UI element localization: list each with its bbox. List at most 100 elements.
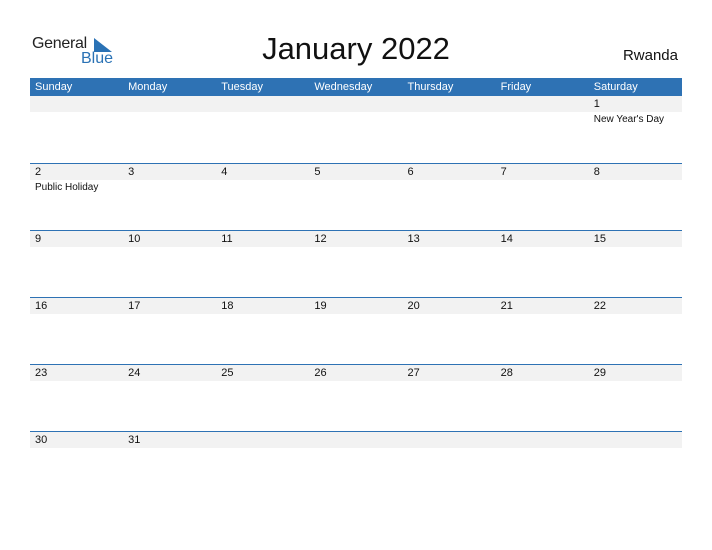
day-number xyxy=(35,96,123,112)
day-number: 13 xyxy=(407,233,420,245)
day-number: 22 xyxy=(593,300,606,312)
day-cell xyxy=(123,96,216,125)
day-number: 28 xyxy=(500,367,513,379)
day-number: 29 xyxy=(593,367,606,379)
day-cell: 26 xyxy=(309,365,402,383)
day-number xyxy=(314,96,402,112)
day-cell: 18 xyxy=(216,298,309,316)
day-cell: 24 xyxy=(123,365,216,383)
day-cell: 1 New Year's Day xyxy=(589,96,682,125)
day-cell: 5 xyxy=(309,164,402,193)
weekday-wednesday: Wednesday xyxy=(314,81,373,93)
day-number: 12 xyxy=(314,233,327,245)
day-number: 27 xyxy=(407,367,420,379)
day-number: 24 xyxy=(128,367,141,379)
weekday-sunday: Sunday xyxy=(35,81,73,93)
day-number xyxy=(501,432,589,448)
day-cell xyxy=(216,96,309,125)
day-cell xyxy=(216,432,309,450)
day-number: 26 xyxy=(314,367,327,379)
page-title: January 2022 xyxy=(262,31,450,66)
day-number: 17 xyxy=(128,300,141,312)
day-number xyxy=(408,96,496,112)
day-number: 4 xyxy=(221,166,228,178)
day-number: 30 xyxy=(35,434,48,446)
day-number: 19 xyxy=(314,300,327,312)
day-cell: 13 xyxy=(403,231,496,249)
day-cell: 23 xyxy=(30,365,123,383)
day-cell xyxy=(403,96,496,125)
day-cell: 19 xyxy=(309,298,402,316)
day-number: 25 xyxy=(221,367,234,379)
day-cell xyxy=(496,432,589,450)
week-cells: 30 31 xyxy=(30,432,682,450)
day-number: 5 xyxy=(314,166,321,178)
day-cell xyxy=(30,96,123,125)
day-cell: 12 xyxy=(309,231,402,249)
day-cell: 7 xyxy=(496,164,589,193)
calendar-grid: Sunday Monday Tuesday Wednesday Thursday… xyxy=(30,78,682,498)
day-cell: 17 xyxy=(123,298,216,316)
weekday-friday: Friday xyxy=(500,81,532,93)
day-cell xyxy=(309,432,402,450)
day-cell: 27 xyxy=(403,365,496,383)
day-number: 15 xyxy=(593,233,606,245)
day-number xyxy=(594,432,682,448)
weekday-header: Sunday Monday Tuesday Wednesday Thursday… xyxy=(30,78,682,96)
day-cell: 20 xyxy=(403,298,496,316)
day-cell xyxy=(589,432,682,450)
week-row: 30 31 xyxy=(30,431,682,498)
day-cell: 29 xyxy=(589,365,682,383)
weekday-tuesday: Tuesday xyxy=(221,81,264,93)
day-cell: 28 xyxy=(496,365,589,383)
day-number xyxy=(128,96,216,112)
week-row: 2 Public Holiday 3 4 5 6 7 8 xyxy=(30,163,682,230)
week-cells: 23 24 25 26 27 28 29 xyxy=(30,365,682,383)
day-cell xyxy=(309,96,402,125)
day-number: 18 xyxy=(221,300,234,312)
day-number: 31 xyxy=(128,434,141,446)
country-label: Rwanda xyxy=(622,47,678,64)
day-cell: 15 xyxy=(589,231,682,249)
day-cell xyxy=(496,96,589,125)
day-cell: 2 Public Holiday xyxy=(30,164,123,193)
day-cell: 9 xyxy=(30,231,123,249)
day-number: 14 xyxy=(500,233,513,245)
day-cell: 14 xyxy=(496,231,589,249)
day-cell: 31 xyxy=(123,432,216,450)
week-cells: 1 New Year's Day xyxy=(30,96,682,125)
day-number: 2 xyxy=(35,166,42,178)
day-number: 10 xyxy=(128,233,141,245)
weekday-monday: Monday xyxy=(128,81,168,93)
day-number: 23 xyxy=(35,367,48,379)
day-cell: 11 xyxy=(216,231,309,249)
day-number: 7 xyxy=(500,166,507,178)
week-row: 1 New Year's Day xyxy=(30,96,682,163)
holiday-label: New Year's Day xyxy=(593,114,665,125)
day-number xyxy=(314,432,402,448)
day-number: 16 xyxy=(35,300,48,312)
day-number: 1 xyxy=(593,98,600,110)
day-number: 8 xyxy=(593,166,600,178)
day-number: 3 xyxy=(128,166,135,178)
day-number: 6 xyxy=(407,166,414,178)
week-row: 9 10 11 12 13 14 15 xyxy=(30,230,682,297)
weeks-container: 1 New Year's Day 2 Public Holiday 3 4 5 6 7 8 9 10 1… xyxy=(30,96,682,498)
week-cells: 16 17 18 19 20 21 22 xyxy=(30,298,682,316)
day-cell: 22 xyxy=(589,298,682,316)
day-number: 21 xyxy=(500,300,513,312)
day-number: 9 xyxy=(35,233,42,245)
week-cells: 9 10 11 12 13 14 15 xyxy=(30,231,682,249)
day-number xyxy=(501,96,589,112)
day-cell: 4 xyxy=(216,164,309,193)
day-cell: 10 xyxy=(123,231,216,249)
weekday-thursday: Thursday xyxy=(407,81,454,93)
week-row: 16 17 18 19 20 21 22 xyxy=(30,297,682,364)
week-row: 23 24 25 26 27 28 29 xyxy=(30,364,682,431)
day-cell xyxy=(403,432,496,450)
day-cell: 21 xyxy=(496,298,589,316)
day-cell: 16 xyxy=(30,298,123,316)
day-number xyxy=(221,96,309,112)
day-cell: 25 xyxy=(216,365,309,383)
day-cell: 6 xyxy=(403,164,496,193)
